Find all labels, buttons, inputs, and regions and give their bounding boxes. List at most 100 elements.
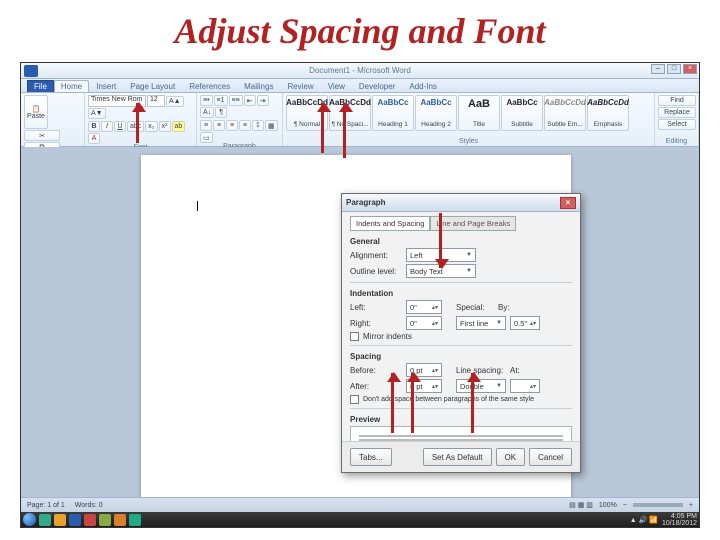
increase-indent-button[interactable]: ⇥: [257, 95, 269, 106]
special-combo[interactable]: First line▼: [456, 316, 506, 330]
bullet-list-button[interactable]: ≡•: [200, 95, 213, 106]
tab-insert[interactable]: Insert: [89, 80, 123, 92]
underline-button[interactable]: U: [114, 121, 126, 132]
taskbar-excel-icon[interactable]: [129, 514, 141, 526]
italic-button[interactable]: I: [101, 121, 113, 132]
indent-left-input[interactable]: 0"▴▾: [406, 300, 442, 314]
superscript-button[interactable]: x²: [159, 121, 171, 132]
start-button[interactable]: [23, 513, 36, 526]
zoom-slider[interactable]: [633, 503, 683, 507]
ok-button[interactable]: OK: [496, 448, 526, 466]
dialog-title-bar[interactable]: Paragraph ×: [342, 194, 580, 212]
word-application-window: Document1 - Microsoft Word – □ × File Ho…: [20, 62, 700, 528]
tab-mailings[interactable]: Mailings: [237, 80, 280, 92]
taskbar-app-icon[interactable]: [54, 514, 66, 526]
ribbon-group-paragraph: ≡• ≡1 ≡≡ ⇤ ⇥ A↓ ¶ ≡ ≡ ≡ ≡ ‡ ▦ ▭ Paragrap…: [197, 93, 283, 146]
tab-view[interactable]: View: [321, 80, 352, 92]
taskbar-powerpoint-icon[interactable]: [84, 514, 96, 526]
tab-home[interactable]: Home: [54, 80, 89, 92]
taskbar-app-icon[interactable]: [114, 514, 126, 526]
tab-developer[interactable]: Developer: [352, 80, 402, 92]
zoom-out-button[interactable]: −: [623, 502, 627, 509]
close-button[interactable]: ×: [683, 64, 697, 74]
find-button[interactable]: Find: [658, 95, 696, 106]
indent-right-input[interactable]: 0"▴▾: [406, 316, 442, 330]
mirror-indents-checkbox[interactable]: [350, 332, 359, 341]
annotation-arrow-alignment: [439, 213, 442, 268]
chevron-down-icon: ▼: [466, 268, 472, 274]
cut-button[interactable]: ✂: [24, 130, 60, 141]
set-default-button[interactable]: Set As Default: [423, 448, 492, 466]
tab-page-layout[interactable]: Page Layout: [123, 80, 182, 92]
at-input[interactable]: ▴▾: [510, 379, 540, 393]
styles-gallery[interactable]: AaBbCcDd¶ Normal AaBbCcDd¶ No Spaci... A…: [286, 95, 651, 131]
section-spacing: Spacing: [350, 352, 572, 361]
word-orb-icon: [24, 65, 38, 77]
view-buttons[interactable]: ▤ ▦ ▥: [569, 501, 593, 509]
spinner-icon: ▴▾: [432, 320, 438, 327]
tab-review[interactable]: Review: [280, 80, 320, 92]
style-title[interactable]: AaBTitle: [458, 95, 500, 131]
dont-add-space-checkbox[interactable]: [350, 395, 359, 404]
ribbon: 📋 Paste ✂ ⧉ Format Painter Clipboard Tim…: [21, 93, 699, 147]
font-color-button[interactable]: A: [88, 133, 100, 144]
taskbar-date: 10/18/2012: [662, 520, 697, 527]
style-subtitle[interactable]: AaBbCcSubtitle: [501, 95, 543, 131]
number-list-button[interactable]: ≡1: [214, 95, 228, 106]
tray-icons[interactable]: ▲ 🔊 📶: [630, 516, 658, 524]
bold-button[interactable]: B: [88, 121, 100, 132]
text-cursor: [197, 201, 198, 211]
highlight-button[interactable]: ab: [172, 121, 186, 132]
cancel-button[interactable]: Cancel: [529, 448, 572, 466]
minimize-button[interactable]: –: [651, 64, 665, 74]
tab-references[interactable]: References: [182, 80, 237, 92]
grow-font-button[interactable]: A▲: [166, 96, 184, 107]
align-right-button[interactable]: ≡: [226, 120, 238, 131]
multilevel-list-button[interactable]: ≡≡: [229, 95, 243, 106]
zoom-in-button[interactable]: +: [689, 502, 693, 509]
paragraph-dialog[interactable]: Paragraph × Indents and Spacing Line and…: [341, 193, 581, 473]
section-general: General: [350, 237, 572, 246]
line-spacing-button[interactable]: ‡: [252, 120, 264, 131]
show-marks-button[interactable]: ¶: [215, 107, 227, 118]
annotation-arrow-line-spacing: [471, 373, 474, 433]
section-preview: Preview: [350, 415, 572, 424]
system-tray[interactable]: ▲ 🔊 📶 4:05 PM 10/18/2012: [630, 513, 697, 527]
style-emphasis[interactable]: AaBbCcDdEmphasis: [587, 95, 629, 131]
taskbar-app-icon[interactable]: [99, 514, 111, 526]
align-left-button[interactable]: ≡: [200, 120, 212, 131]
style-no-spacing[interactable]: AaBbCcDd¶ No Spaci...: [329, 95, 371, 131]
font-size-input[interactable]: 12: [147, 95, 165, 107]
style-heading1[interactable]: AaBbCcHeading 1: [372, 95, 414, 131]
paste-button[interactable]: 📋 Paste: [24, 95, 48, 129]
tab-addins[interactable]: Add-Ins: [402, 80, 444, 92]
sort-button[interactable]: A↓: [200, 107, 214, 118]
borders-button[interactable]: ▭: [200, 132, 213, 143]
select-button[interactable]: Select: [658, 119, 696, 130]
justify-button[interactable]: ≡: [239, 120, 251, 131]
replace-button[interactable]: Replace: [658, 107, 696, 118]
maximize-button[interactable]: □: [667, 64, 681, 74]
decrease-indent-button[interactable]: ⇤: [244, 95, 256, 106]
taskbar-app-icon[interactable]: [39, 514, 51, 526]
document-title: Document1 - Microsoft Word: [309, 66, 411, 75]
shading-button[interactable]: ▦: [265, 120, 278, 131]
shrink-font-button[interactable]: A▼: [88, 108, 106, 119]
subscript-button[interactable]: x₂: [145, 121, 157, 132]
annotation-arrow-before: [391, 373, 394, 433]
line-spacing-combo[interactable]: Double▼: [456, 379, 506, 393]
dialog-close-button[interactable]: ×: [560, 197, 576, 209]
dialog-title: Paragraph: [346, 198, 386, 207]
style-heading2[interactable]: AaBbCcHeading 2: [415, 95, 457, 131]
by-input[interactable]: 0.5"▴▾: [510, 316, 540, 330]
word-title-bar: Document1 - Microsoft Word – □ ×: [21, 63, 699, 79]
line-spacing-label: Line spacing:: [456, 366, 506, 375]
dialog-tab-line-breaks[interactable]: Line and Page Breaks: [430, 216, 516, 231]
dialog-tab-indents[interactable]: Indents and Spacing: [350, 216, 430, 231]
tab-file[interactable]: File: [27, 80, 54, 92]
style-subtle-emphasis[interactable]: AaBbCcDdSubtle Em...: [544, 95, 586, 131]
align-center-button[interactable]: ≡: [213, 120, 225, 131]
tabs-button[interactable]: Tabs...: [350, 448, 392, 466]
taskbar-word-icon[interactable]: [69, 514, 81, 526]
zoom-level[interactable]: 100%: [599, 502, 617, 509]
